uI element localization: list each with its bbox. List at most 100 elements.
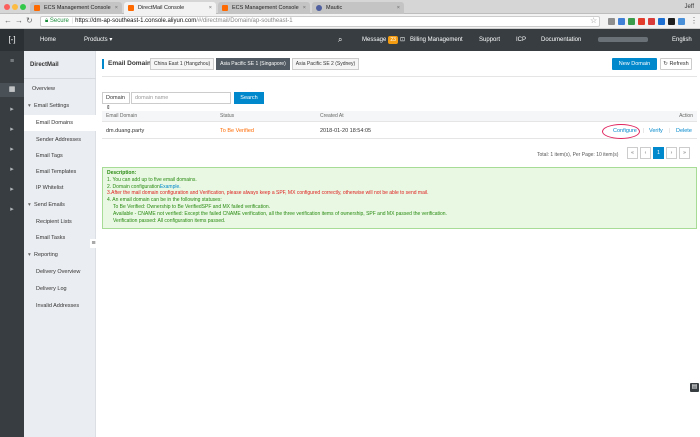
close-tab-icon[interactable]: × — [209, 2, 212, 14]
product-icon-rail: ≡ ▦ ▸ ▸ ▸ ▸ ▸ ▸ — [0, 51, 24, 437]
rail-item-5-icon[interactable]: ▸ — [0, 183, 24, 197]
rail-item-3-icon[interactable]: ▸ — [0, 143, 24, 157]
minimize-window-icon[interactable] — [12, 4, 18, 10]
extension-1-icon[interactable] — [608, 18, 615, 25]
region-tab-singapore[interactable]: Asia Pacific SE 1 (Singapore) — [216, 58, 290, 70]
close-tab-icon[interactable]: × — [397, 2, 400, 14]
bookmark-star-icon[interactable]: ☆ — [590, 16, 597, 26]
nav-message-label: Message — [362, 37, 387, 43]
grid-apps-icon[interactable]: ▦ — [0, 83, 24, 97]
redacted-email — [598, 36, 648, 42]
url-path: /#/directmail/Domain/ap-southeast-1 — [196, 18, 293, 24]
sidebar-item-delivery-log[interactable]: Delivery Log — [24, 281, 96, 297]
nav-billing[interactable]: Billing Management — [410, 29, 463, 51]
page-number-button[interactable]: 1 — [653, 147, 664, 159]
sidebar-item-invalid-addresses[interactable]: Invalid Addresses — [24, 298, 96, 314]
sidebar-item-email-tasks[interactable]: Email Tasks — [24, 230, 96, 246]
column-header-status: Status — [220, 113, 235, 119]
new-domain-button[interactable]: New Domain — [612, 58, 657, 70]
search-field-value: Domain — [106, 95, 125, 101]
message-count-badge: 23 — [388, 36, 398, 44]
divider — [24, 78, 96, 79]
browser-menu-icon[interactable]: ⋮ — [690, 16, 698, 26]
extension-4-icon[interactable] — [638, 18, 645, 25]
maximize-window-icon[interactable] — [20, 4, 26, 10]
sidebar-item-email-tags[interactable]: Email Tags — [24, 148, 96, 164]
nav-language[interactable]: English — [672, 29, 692, 51]
search-input[interactable] — [131, 92, 231, 104]
prev-page-button[interactable]: ‹ — [640, 147, 651, 159]
nav-documentation[interactable]: Documentation — [541, 29, 581, 51]
close-tab-icon[interactable]: × — [303, 2, 306, 14]
sidebar-group-reporting[interactable]: ▾ Reporting — [24, 247, 96, 263]
status-badge: To Be Verified — [220, 128, 254, 134]
browser-tab-mautic[interactable]: Mautic × — [312, 2, 404, 14]
reload-icon[interactable]: ↻ — [26, 16, 33, 26]
extension-6-icon[interactable] — [658, 18, 665, 25]
sidebar-item-ip-whitelist[interactable]: IP Whitelist — [24, 180, 96, 196]
sidebar-group-send-emails[interactable]: ▾ Send Emails — [24, 197, 96, 213]
pagination-info: Total: 1 item(s), Per Page: 10 item(s) — [537, 152, 619, 158]
last-page-button[interactable]: » — [679, 147, 690, 159]
browser-profile-name[interactable]: Jeff — [684, 0, 694, 14]
rail-item-6-icon[interactable]: ▸ — [0, 203, 24, 217]
column-header-domain: Email Domain — [106, 113, 138, 119]
column-header-created: Created At — [320, 113, 344, 119]
nav-home[interactable]: Home — [40, 29, 56, 51]
extension-3-icon[interactable] — [628, 18, 635, 25]
first-page-button[interactable]: « — [627, 147, 638, 159]
example-link[interactable]: Example. — [160, 184, 181, 190]
search-icon[interactable]: ⌕ — [338, 29, 342, 51]
collapse-sidebar-icon[interactable]: ≡ — [90, 239, 97, 248]
description-line: Available - CNAME not verified: Except t… — [113, 210, 447, 217]
cart-icon[interactable]: ⊡ — [400, 29, 405, 51]
forward-arrow-icon[interactable]: → — [15, 16, 23, 26]
aliyun-logo-icon[interactable]: [-] — [0, 29, 24, 51]
delete-link[interactable]: Delete — [676, 123, 692, 139]
sidebar-item-recipient-lists[interactable]: Recipient Lists — [24, 214, 96, 230]
rail-item-4-icon[interactable]: ▸ — [0, 163, 24, 177]
refresh-button[interactable]: ↻ Refresh — [660, 58, 692, 70]
configure-highlight-circle — [602, 124, 640, 139]
sidebar-item-delivery-overview[interactable]: Delivery Overview — [24, 264, 96, 280]
nav-products[interactable]: Products ▾ — [84, 29, 112, 51]
sidebar-item-overview[interactable]: Overview — [24, 81, 96, 97]
close-tab-icon[interactable]: × — [115, 2, 118, 14]
account-email[interactable] — [598, 29, 648, 51]
refresh-icon: ↻ — [663, 61, 668, 67]
region-tab-hangzhou[interactable]: China East 1 (Hangzhou) — [150, 58, 215, 70]
title-accent-bar — [102, 59, 104, 69]
rail-item-2-icon[interactable]: ▸ — [0, 123, 24, 137]
rail-item-1-icon[interactable]: ▸ — [0, 103, 24, 117]
menu-toggle-icon[interactable]: ≡ — [0, 55, 24, 69]
nav-message[interactable]: Message 23 — [362, 29, 398, 51]
sidebar-item-sender-addresses[interactable]: Sender Addresses — [24, 132, 96, 148]
extension-8-icon[interactable] — [678, 18, 685, 25]
description-text: 2. Domain configuration — [107, 183, 160, 190]
close-window-icon[interactable] — [4, 4, 10, 10]
description-line: Verification passed: All configuration i… — [113, 217, 226, 224]
sidebar-item-email-templates[interactable]: Email Templates — [24, 164, 96, 180]
browser-tab-ecs-2[interactable]: ECS Management Console × — [218, 2, 310, 14]
feedback-icon[interactable]: ▤ — [690, 383, 699, 392]
region-tab-sydney[interactable]: Asia Pacific SE 2 (Sydney) — [291, 58, 360, 70]
sidebar-group-email-settings[interactable]: ▾ Email Settings — [24, 98, 96, 114]
browser-tab-directmail[interactable]: DirectMail Console × — [124, 2, 216, 14]
back-arrow-icon[interactable]: ← — [4, 16, 12, 26]
browser-address-bar: ← → ↻ 🔒︎ Secure | https://dm-ap-southeast… — [0, 14, 700, 29]
extension-7-icon[interactable] — [668, 18, 675, 25]
next-page-button[interactable]: › — [666, 147, 677, 159]
verify-link[interactable]: Verify — [649, 123, 663, 139]
sidebar-item-email-domains[interactable]: Email Domains — [24, 115, 96, 131]
search-button[interactable]: Search — [234, 92, 264, 104]
nav-icp[interactable]: ICP — [516, 29, 526, 51]
sidebar-group-label: Reporting — [34, 252, 58, 258]
chevron-down-icon: ▾ — [109, 37, 113, 43]
extension-5-icon[interactable] — [648, 18, 655, 25]
url-field[interactable]: 🔒︎ Secure | https://dm-ap-southeast-1.con… — [40, 16, 600, 27]
search-field-select[interactable]: Domain ⇕ — [102, 92, 130, 111]
nav-support[interactable]: Support — [479, 29, 500, 51]
browser-tab-ecs-1[interactable]: ECS Management Console × — [30, 2, 122, 14]
aliyun-favicon-icon — [222, 5, 228, 11]
extension-2-icon[interactable] — [618, 18, 625, 25]
